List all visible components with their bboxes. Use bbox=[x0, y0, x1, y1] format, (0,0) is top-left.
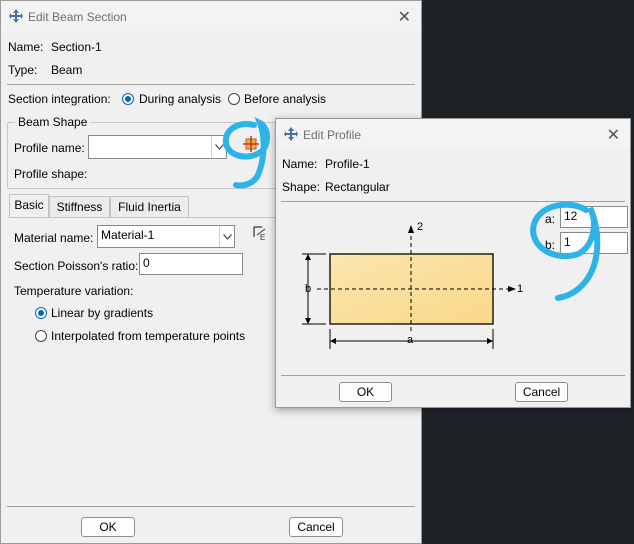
ok-button[interactable]: OK bbox=[81, 517, 135, 537]
annotation-circle-profile-icon bbox=[222, 116, 270, 189]
material-name-value: Material-1 bbox=[101, 228, 155, 242]
during-analysis-label[interactable]: During analysis bbox=[139, 92, 221, 106]
profile-name-combo[interactable] bbox=[88, 135, 227, 159]
before-analysis-label[interactable]: Before analysis bbox=[244, 92, 326, 106]
separator bbox=[7, 84, 415, 85]
interpolated-label[interactable]: Interpolated from temperature points bbox=[51, 329, 245, 343]
close-icon[interactable]: ✕ bbox=[607, 125, 620, 145]
chevron-down-icon[interactable] bbox=[219, 226, 234, 247]
radio-before-analysis[interactable] bbox=[228, 93, 240, 105]
radio-linear-by-gradients[interactable] bbox=[35, 307, 47, 319]
poisson-ratio-value: 0 bbox=[143, 256, 150, 270]
linear-by-gradients-label[interactable]: Linear by gradients bbox=[51, 306, 153, 320]
close-icon[interactable]: ✕ bbox=[398, 7, 411, 27]
shape-label: Shape: bbox=[282, 180, 321, 194]
separator bbox=[281, 375, 625, 376]
name-value: Section-1 bbox=[51, 40, 102, 54]
beam-dialog-titlebar[interactable]: Edit Beam Section ✕ bbox=[1, 1, 421, 31]
profile-shape-label: Profile shape: bbox=[14, 167, 88, 181]
axis-2-label: 2 bbox=[417, 221, 424, 233]
profile-cancel-button[interactable]: Cancel bbox=[515, 382, 568, 402]
profile-dialog-title: Edit Profile bbox=[303, 128, 362, 142]
profile-name-label: Profile name: bbox=[14, 141, 85, 155]
tab-fluid-inertia-label: Fluid Inertia bbox=[118, 200, 181, 214]
background-window-edge bbox=[422, 0, 634, 118]
tab-basic[interactable]: Basic bbox=[9, 194, 49, 218]
poisson-ratio-label: Section Poisson's ratio: bbox=[14, 259, 139, 273]
cancel-button[interactable]: Cancel bbox=[289, 517, 343, 537]
temperature-variation-label: Temperature variation: bbox=[14, 284, 134, 298]
profile-dialog-titlebar[interactable]: Edit Profile ✕ bbox=[276, 119, 630, 149]
create-material-icon[interactable]: E bbox=[252, 225, 268, 242]
poisson-ratio-input[interactable]: 0 bbox=[139, 253, 243, 275]
profile-name-value: Profile-1 bbox=[325, 157, 370, 171]
tab-stiffness[interactable]: Stiffness bbox=[49, 196, 110, 218]
beam-dialog-title: Edit Beam Section bbox=[28, 10, 127, 24]
radio-interpolated[interactable] bbox=[35, 330, 47, 342]
annotation-circle-ab-inputs bbox=[530, 201, 601, 301]
tab-fluid-inertia[interactable]: Fluid Inertia bbox=[110, 196, 189, 218]
abaqus-app-icon bbox=[284, 127, 298, 144]
radio-during-analysis[interactable] bbox=[122, 93, 134, 105]
dim-a-label: a bbox=[407, 334, 414, 346]
profile-ok-button[interactable]: OK bbox=[339, 382, 392, 402]
name-label: Name: bbox=[8, 40, 44, 54]
material-name-label: Material name: bbox=[14, 231, 94, 245]
svg-text:E: E bbox=[260, 233, 265, 241]
profile-name-label: Name: bbox=[282, 157, 318, 171]
shape-value: Rectangular bbox=[325, 180, 390, 194]
type-value: Beam bbox=[51, 63, 83, 77]
material-name-combo[interactable]: Material-1 bbox=[97, 225, 235, 248]
type-label: Type: bbox=[8, 63, 38, 77]
dim-b-label: b bbox=[305, 283, 312, 295]
tab-basic-label: Basic bbox=[14, 198, 44, 212]
abaqus-app-icon bbox=[9, 9, 23, 26]
separator bbox=[7, 506, 415, 507]
tab-stiffness-label: Stiffness bbox=[56, 200, 103, 214]
beam-shape-group-title: Beam Shape bbox=[15, 115, 91, 129]
section-integration-label: Section integration: bbox=[8, 92, 111, 106]
